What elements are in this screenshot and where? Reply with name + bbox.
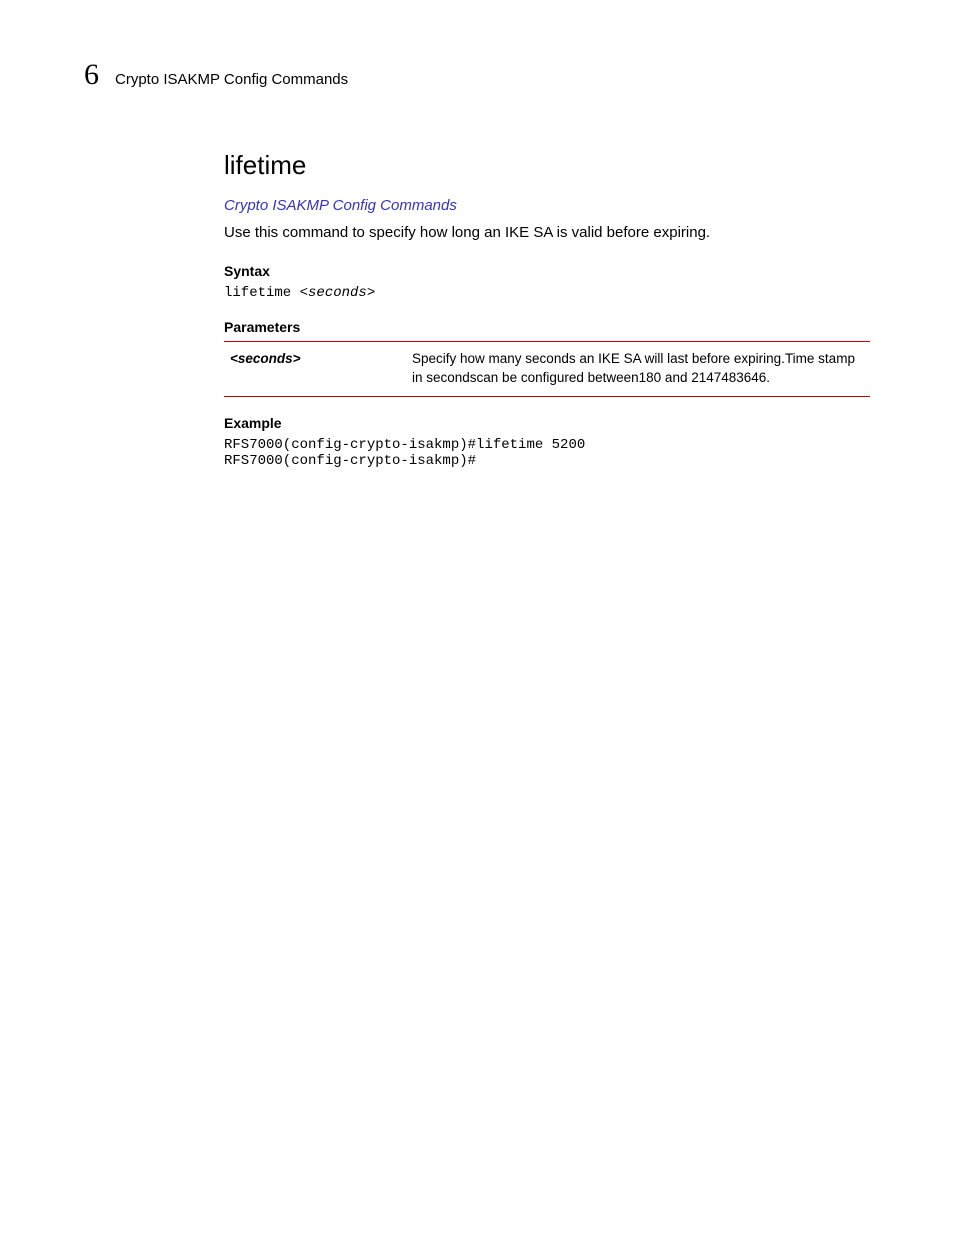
example-block: RFS7000(config-crypto-isakmp)#lifetime 5… bbox=[224, 437, 870, 469]
example-heading: Example bbox=[224, 415, 870, 431]
section-title: lifetime bbox=[224, 150, 870, 181]
running-title: Crypto ISAKMP Config Commands bbox=[115, 71, 348, 88]
syntax-command: lifetime bbox=[224, 285, 300, 301]
parameters-heading: Parameters bbox=[224, 319, 870, 335]
table-row: <seconds> Specify how many seconds an IK… bbox=[224, 342, 870, 397]
param-name: <seconds> bbox=[224, 342, 406, 397]
breadcrumb-link[interactable]: Crypto ISAKMP Config Commands bbox=[224, 197, 870, 214]
chapter-number: 6 bbox=[84, 60, 99, 90]
page-header: 6 Crypto ISAKMP Config Commands bbox=[84, 60, 870, 90]
syntax-line: lifetime <seconds> bbox=[224, 285, 870, 301]
param-desc: Specify how many seconds an IKE SA will … bbox=[406, 342, 870, 397]
syntax-heading: Syntax bbox=[224, 263, 870, 279]
parameters-table: <seconds> Specify how many seconds an IK… bbox=[224, 341, 870, 397]
syntax-arg: <seconds> bbox=[300, 285, 376, 301]
intro-text: Use this command to specify how long an … bbox=[224, 222, 870, 243]
